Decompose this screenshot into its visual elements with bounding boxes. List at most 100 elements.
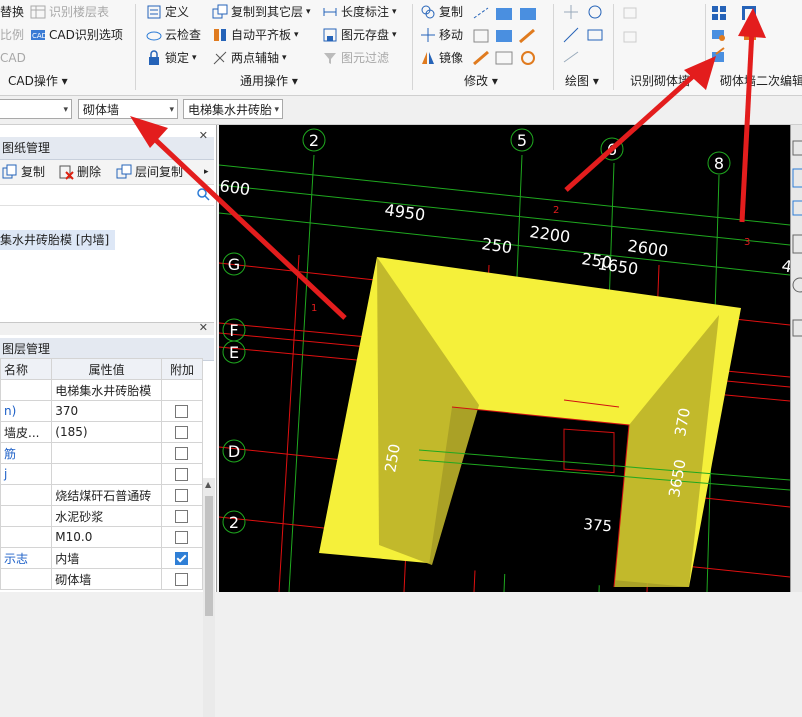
chevron-down-icon: ▾: [169, 105, 174, 115]
property-value-cell[interactable]: 电梯集水井砖胎模: [51, 379, 162, 401]
property-name-cell: 墙皮...: [0, 421, 53, 443]
draw-group-label[interactable]: 绘图 ▾: [565, 72, 599, 90]
replace-button[interactable]: 替换: [0, 2, 24, 22]
copy-button[interactable]: 复制: [420, 2, 463, 22]
table-row[interactable]: 墙皮... (185): [0, 421, 204, 443]
property-value-cell[interactable]: [51, 463, 162, 485]
table-row[interactable]: 筋: [0, 442, 204, 464]
property-value-cell[interactable]: 水泥砂浆: [51, 505, 162, 527]
floor-copy-button[interactable]: 层间复制: [116, 162, 183, 182]
cad-label: CAD: [0, 51, 26, 65]
identify-wall-group-label-text: 识别砌体墙: [630, 74, 691, 88]
close-icon[interactable]: ✕: [199, 125, 208, 147]
property-name-cell: [0, 568, 53, 590]
scroll-thumb[interactable]: [205, 496, 213, 616]
attach-checkbox[interactable]: [175, 489, 189, 502]
property-attach-cell: [160, 484, 204, 506]
property-value-cell[interactable]: 砌体墙: [51, 568, 162, 590]
define-label: 定义: [165, 5, 190, 19]
table-row[interactable]: M10.0: [0, 526, 204, 548]
scale-button[interactable]: 比例: [0, 25, 24, 45]
property-value-cell[interactable]: M10.0: [51, 526, 162, 548]
table-icon: [30, 4, 46, 20]
column-header-name: 名称: [0, 358, 53, 380]
chevron-down-icon: ▾: [392, 7, 397, 17]
property-name-cell: j: [0, 463, 53, 485]
attach-checkbox[interactable]: [175, 468, 189, 481]
identify-wall-icons[interactable]: [622, 6, 642, 49]
element-name-select[interactable]: 电梯集水井砖胎 ▾: [183, 99, 283, 119]
property-value-cell[interactable]: 烧结煤矸石普通砖: [51, 484, 162, 506]
copy-icon: [420, 4, 436, 20]
attach-checkbox[interactable]: [175, 573, 189, 586]
close-icon[interactable]: ✕: [199, 321, 208, 334]
cad-group-label[interactable]: CAD操作 ▾: [8, 72, 68, 90]
axis-top-label: 6: [607, 140, 617, 159]
table-row[interactable]: 水泥砂浆: [0, 505, 204, 527]
wall-edit-icons[interactable]: [710, 4, 770, 69]
marker-label: 1: [311, 303, 317, 314]
cloud-check-button[interactable]: 云检查: [146, 25, 201, 45]
table-row[interactable]: 砌体墙: [0, 568, 204, 590]
table-row[interactable]: 示志 内墙: [0, 547, 204, 569]
drawing-canvas[interactable]: 2568GFED2 600 4950 250 2200 250 1650 2600 4 250 3…: [219, 125, 790, 592]
chevron-down-icon: ▾: [274, 105, 279, 115]
define-button[interactable]: 定义: [146, 2, 189, 22]
table-row[interactable]: n) 370: [0, 400, 204, 422]
auto-level-label: 自动平齐板: [231, 28, 292, 42]
property-value-cell[interactable]: [51, 442, 162, 464]
attach-checkbox[interactable]: [175, 405, 189, 418]
view-tools-icons[interactable]: [791, 125, 802, 355]
element-filter-button[interactable]: 图元过滤: [322, 48, 389, 68]
separator: [705, 4, 706, 90]
chevron-down-icon: ▾: [63, 105, 68, 115]
cad-drawing[interactable]: 2 5 68GFED2 6004950250 22002501650260042503…: [219, 125, 790, 592]
cad-identify-options-button[interactable]: CAD CAD识别选项: [30, 25, 123, 45]
dimension-label: 4950: [383, 200, 426, 224]
general-group-label[interactable]: 通用操作 ▾: [240, 72, 298, 90]
property-value-cell[interactable]: 370: [51, 400, 162, 422]
save-element-button[interactable]: 图元存盘 ▾: [322, 25, 397, 45]
auto-level-slab-button[interactable]: 自动平齐板 ▾: [212, 25, 299, 45]
property-attach-cell: [160, 505, 204, 527]
cad-group-label-text: CAD操作: [8, 74, 58, 88]
attach-checkbox[interactable]: [175, 552, 189, 565]
lock-button[interactable]: 锁定 ▾: [146, 48, 197, 68]
copy-drawing-button[interactable]: 复制: [2, 162, 45, 182]
drawing-search-row[interactable]: [0, 185, 214, 206]
draw-tools-icons[interactable]: [562, 4, 612, 69]
table-row[interactable]: 烧结煤矸石普通砖: [0, 484, 204, 506]
scroll-up-icon[interactable]: ▲: [205, 480, 211, 489]
drawing-panel-title: 图纸管理 ✕: [0, 129, 214, 160]
table-row[interactable]: j: [0, 463, 204, 485]
property-value-cell[interactable]: 内墙: [51, 547, 162, 569]
mirror-button[interactable]: 镜像: [420, 48, 463, 68]
move-button[interactable]: 移动: [420, 25, 463, 45]
cad-button[interactable]: CAD: [0, 48, 26, 68]
search-icon[interactable]: [196, 187, 210, 204]
layer-select[interactable]: ▾: [0, 99, 72, 119]
modify-group-label-text: 修改: [464, 74, 489, 88]
selector-bar: ▾ 砌体墙 ▾ 电梯集水井砖胎 ▾: [0, 96, 802, 125]
attach-checkbox[interactable]: [175, 426, 189, 439]
copy-to-other-floor-button[interactable]: 复制到其它层 ▾: [212, 2, 311, 22]
identify-floor-table-button[interactable]: 识别楼层表: [30, 2, 109, 22]
vertical-scrollbar[interactable]: ▲: [203, 478, 215, 717]
attach-checkbox[interactable]: [175, 447, 189, 460]
drawing-list-item[interactable]: 集水井砖胎模 [内墙]: [0, 230, 116, 250]
two-point-aux-axis-button[interactable]: 两点辅轴 ▾: [212, 48, 287, 68]
length-mark-button[interactable]: 长度标注 ▾: [322, 2, 397, 22]
element-name-value: 电梯集水井砖胎: [188, 103, 273, 117]
attach-checkbox[interactable]: [175, 531, 189, 544]
property-attach-cell: [160, 568, 204, 590]
table-row[interactable]: 电梯集水井砖胎模: [0, 379, 204, 401]
lock-label: 锁定: [165, 51, 190, 65]
scale-label: 比例: [0, 28, 25, 42]
more-arrow-icon[interactable]: ▸: [204, 162, 209, 182]
element-type-select[interactable]: 砌体墙 ▾: [78, 99, 178, 119]
delete-drawing-button[interactable]: 删除: [58, 162, 101, 182]
cad-identify-options-label: CAD识别选项: [49, 28, 123, 42]
property-value-cell[interactable]: (185): [51, 421, 162, 443]
attach-checkbox[interactable]: [175, 510, 189, 523]
modify-group-label[interactable]: 修改 ▾: [464, 72, 498, 90]
